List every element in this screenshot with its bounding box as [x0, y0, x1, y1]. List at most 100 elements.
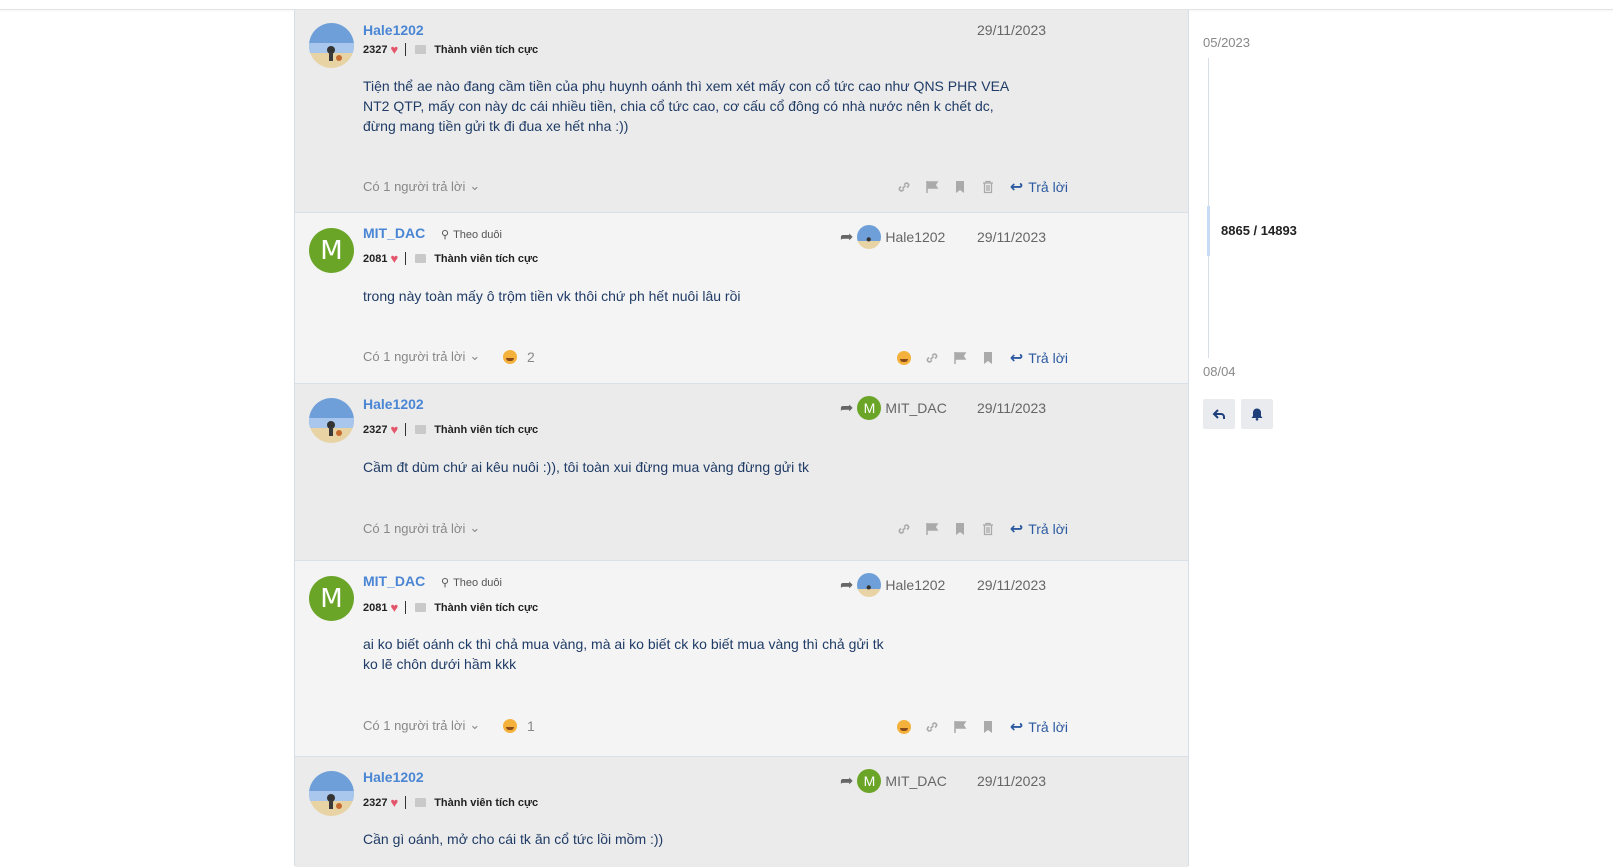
username[interactable]: MIT_DAC: [363, 225, 425, 241]
timeline-handle[interactable]: [1207, 206, 1210, 256]
timeline-end-date[interactable]: 08/04: [1203, 364, 1236, 379]
avatar[interactable]: [309, 771, 354, 816]
thread: Hale1202 2327 ♥ Thành viên tích cực 29/11/…: [294, 10, 1189, 867]
react-emoji-icon[interactable]: [896, 719, 912, 735]
reaction-count: 2: [527, 349, 535, 365]
follow-label: Theo duôi: [453, 576, 502, 589]
post-date: 29/11/2023: [977, 577, 1047, 593]
link-icon[interactable]: [896, 179, 912, 195]
reply-thread-button[interactable]: [1203, 399, 1235, 429]
reaction-summary[interactable]: 2: [503, 349, 535, 365]
reply-button[interactable]: ↩ Trả lời: [1010, 348, 1068, 368]
replies-label: Có 1 người trả lời: [363, 717, 466, 733]
bookmark-icon[interactable]: [980, 350, 996, 366]
post: M MIT_DAC ⚲ Theo duôi 2081 ♥ Thành viên tíc…: [295, 213, 1188, 384]
reply-to[interactable]: ➦ M MIT_DAC: [840, 396, 947, 420]
username[interactable]: Hale1202: [363, 396, 424, 412]
rank-icon: [415, 425, 427, 434]
replies-toggle[interactable]: Có 1 người trả lời ⌄: [363, 717, 480, 733]
like-count: 2327: [363, 43, 388, 56]
post: M MIT_DAC ⚲ Theo duôi 2081 ♥ Thành viên tíc…: [295, 561, 1188, 757]
user-meta: 2327 ♥ Thành viên tích cực: [363, 422, 538, 437]
username[interactable]: Hale1202: [363, 769, 424, 785]
reply-to-user: MIT_DAC: [885, 400, 947, 416]
heart-icon: ♥: [390, 251, 399, 266]
flag-icon[interactable]: [952, 719, 968, 735]
flag-icon[interactable]: [924, 521, 940, 537]
post-body: Tiện thể ae nào đang cầm tiền của phụ hu…: [363, 76, 1063, 136]
replies-label: Có 1 người trả lời: [363, 520, 466, 536]
reply-button[interactable]: ↩ Trả lời: [1010, 717, 1068, 737]
replies-toggle[interactable]: Có 1 người trả lời ⌄: [363, 348, 480, 364]
avatar[interactable]: [309, 398, 354, 443]
post-date: 29/11/2023: [977, 229, 1047, 245]
chevron-down-icon: ⌄: [469, 178, 481, 193]
post-line: trong này toàn mấy ô trộm tiền vk thôi c…: [363, 288, 741, 304]
user-meta: 2327 ♥ Thành viên tích cực: [363, 42, 538, 57]
reply-icon: ↩: [1009, 350, 1024, 367]
follow-button[interactable]: ⚲ Theo duôi: [441, 228, 502, 242]
post-line: đừng mang tiền gửi tk đi đua xe hết nha …: [363, 118, 629, 134]
link-icon[interactable]: [924, 719, 940, 735]
replies-toggle[interactable]: Có 1 người trả lời ⌄: [363, 520, 480, 536]
timeline-position: 8865 / 14893: [1221, 223, 1297, 238]
reply-to[interactable]: ➦ Hale1202: [840, 225, 945, 249]
avatar[interactable]: M: [309, 576, 354, 621]
bell-icon: [1251, 408, 1263, 421]
rank-icon: [415, 798, 427, 807]
post-line: ai ko biết oánh ck thì chả mua vàng, mà …: [363, 636, 884, 652]
reply-button[interactable]: ↩ Trả lời: [1010, 177, 1068, 197]
reaction-summary[interactable]: 1: [503, 718, 535, 734]
username[interactable]: MIT_DAC: [363, 573, 425, 589]
mini-avatar: M: [857, 396, 882, 420]
post-actions: ↩ Trả lời: [896, 717, 1068, 737]
reply-icon: ↩: [1009, 179, 1024, 196]
post-actions: ↩ Trả lời: [896, 348, 1068, 368]
post-actions: ↩ Trả lời: [896, 519, 1068, 539]
post-body: ai ko biết oánh ck thì chả mua vàng, mà …: [363, 634, 1063, 674]
replies-toggle[interactable]: Có 1 người trả lời ⌄: [363, 178, 480, 194]
post-line: Cầm đt dùm chứ ai kêu nuôi :)), tôi toàn…: [363, 459, 810, 475]
top-bar: [0, 0, 1613, 10]
reply-to[interactable]: ➦ M MIT_DAC: [840, 769, 947, 793]
trash-icon[interactable]: [980, 521, 996, 537]
post: Hale1202 2327 ♥ Thành viên tích cực ➦ M MI…: [295, 384, 1188, 561]
reply-button[interactable]: ↩ Trả lời: [1010, 519, 1068, 539]
react-emoji-icon[interactable]: [896, 350, 912, 366]
trash-icon[interactable]: [980, 179, 996, 195]
reply-label: Trả lời: [1028, 179, 1068, 195]
like-count: 2327: [363, 423, 388, 436]
avatar[interactable]: M: [309, 228, 354, 273]
user-meta: 2081 ♥ Thành viên tích cực: [363, 251, 538, 266]
reply-to[interactable]: ➦ Hale1202: [840, 573, 945, 597]
like-count: 2327: [363, 796, 388, 809]
bookmark-icon[interactable]: [952, 179, 968, 195]
avatar[interactable]: [309, 23, 354, 68]
heart-icon: ♥: [390, 422, 399, 437]
username[interactable]: Hale1202: [363, 22, 424, 38]
reply-icon: ↩: [1009, 719, 1024, 736]
mini-avatar: [857, 573, 882, 597]
post-date: 29/11/2023: [977, 400, 1047, 416]
user-meta: 2081 ♥ Thành viên tích cực: [363, 600, 538, 615]
link-icon[interactable]: [924, 350, 940, 366]
bookmark-icon[interactable]: [952, 521, 968, 537]
divider: [405, 601, 407, 614]
reply-to-user: MIT_DAC: [885, 773, 947, 789]
user-follow-icon: ⚲: [441, 229, 450, 241]
post-line: ko lẽ chôn dưới hầm kkk: [363, 656, 517, 672]
rank-icon: [415, 254, 427, 263]
share-arrow-icon: ➦: [840, 400, 854, 417]
link-icon[interactable]: [896, 521, 912, 537]
notify-button[interactable]: [1241, 399, 1273, 429]
chevron-down-icon: ⌄: [469, 717, 481, 732]
reply-to-user: Hale1202: [885, 229, 946, 245]
bookmark-icon[interactable]: [980, 719, 996, 735]
flag-icon[interactable]: [924, 179, 940, 195]
flag-icon[interactable]: [952, 350, 968, 366]
reply-label: Trả lời: [1028, 521, 1068, 537]
follow-button[interactable]: ⚲ Theo duôi: [441, 576, 502, 590]
divider: [405, 43, 407, 56]
timeline-start-date[interactable]: 05/2023: [1203, 35, 1250, 50]
laugh-emoji-icon: [503, 350, 517, 364]
